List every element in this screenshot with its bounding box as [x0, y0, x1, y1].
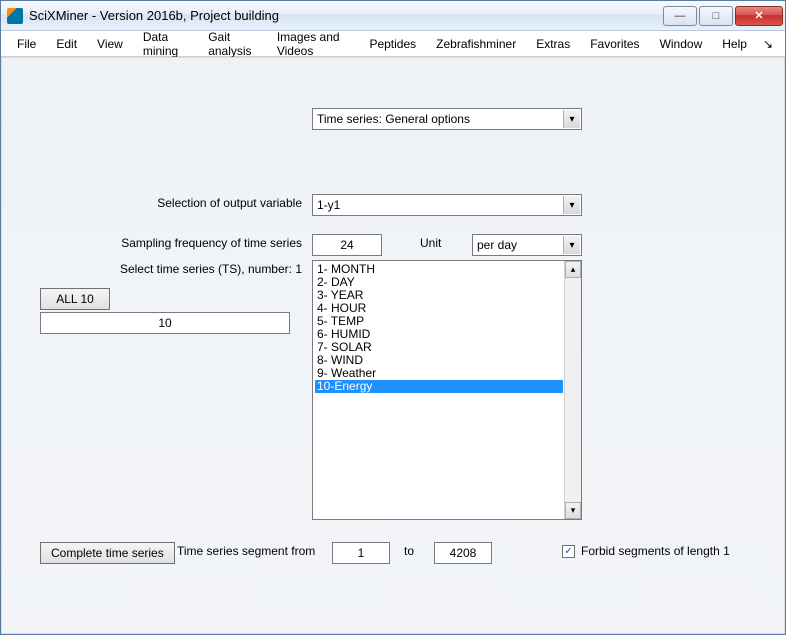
output-variable-label: Selection of output variable [157, 196, 302, 210]
menu-edit[interactable]: Edit [46, 33, 87, 55]
segment-from-input[interactable] [332, 542, 390, 564]
maximize-button[interactable]: □ [699, 6, 733, 26]
segment-from-label: Time series segment from [177, 544, 315, 558]
menu-extras[interactable]: Extras [526, 33, 580, 55]
chevron-down-icon[interactable] [563, 196, 580, 214]
close-button[interactable]: ✕ [735, 6, 783, 26]
time-series-listbox[interactable]: 1- MONTH2- DAY3- YEAR4- HOUR5- TEMP6- HU… [312, 260, 582, 520]
menu-help[interactable]: Help [712, 33, 757, 55]
chevron-down-icon[interactable] [563, 110, 580, 128]
segment-to-label: to [404, 544, 414, 558]
forbid-segments-label: Forbid segments of length 1 [581, 544, 730, 558]
minimize-button[interactable]: — [663, 6, 697, 26]
menu-file[interactable]: File [7, 33, 46, 55]
output-variable-value: 1-y1 [317, 198, 340, 212]
select-ts-label: Select time series (TS), number: 1 [120, 262, 302, 276]
category-dropdown-value: Time series: General options [317, 112, 470, 126]
segment-to-input[interactable] [434, 542, 492, 564]
listbox-scrollbar[interactable]: ▴ ▾ [564, 261, 581, 519]
ts-item[interactable]: 10-Energy [315, 380, 563, 393]
window-title: SciXMiner - Version 2016b, Project build… [29, 8, 661, 23]
titlebar: SciXMiner - Version 2016b, Project build… [1, 1, 785, 31]
scroll-down-icon[interactable]: ▾ [565, 502, 581, 519]
menu-overflow-icon[interactable]: ↘ [757, 33, 779, 55]
menu-view[interactable]: View [87, 33, 133, 55]
output-variable-dropdown[interactable]: 1-y1 [312, 194, 582, 216]
forbid-segments-checkbox[interactable]: ✓ [562, 545, 575, 558]
menu-zebrafishminer[interactable]: Zebrafishminer [426, 33, 526, 55]
all-button[interactable]: ALL 10 [40, 288, 110, 310]
chevron-down-icon[interactable] [563, 236, 580, 254]
unit-dropdown[interactable]: per day [472, 234, 582, 256]
menu-favorites[interactable]: Favorites [580, 33, 649, 55]
app-icon [7, 8, 23, 24]
app-window: SciXMiner - Version 2016b, Project build… [0, 0, 786, 635]
menubar: File Edit View Data mining Gait analysis… [1, 31, 785, 57]
unit-label: Unit [420, 236, 441, 250]
complete-time-series-button[interactable]: Complete time series [40, 542, 175, 564]
unit-value: per day [477, 238, 517, 252]
sampling-frequency-label: Sampling frequency of time series [121, 236, 302, 250]
sampling-frequency-input[interactable] [312, 234, 382, 256]
client-area: Time series: General options Selection o… [1, 57, 785, 634]
menu-peptides[interactable]: Peptides [359, 33, 426, 55]
category-dropdown[interactable]: Time series: General options [312, 108, 582, 130]
menu-window[interactable]: Window [650, 33, 713, 55]
scroll-up-icon[interactable]: ▴ [565, 261, 581, 278]
count-input[interactable] [40, 312, 290, 334]
